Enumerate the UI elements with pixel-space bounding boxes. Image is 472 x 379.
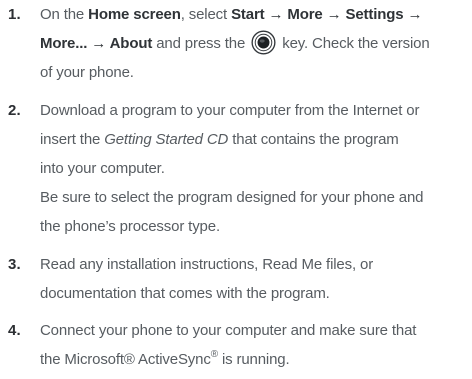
step-line: of your phone. xyxy=(40,64,134,81)
text-run: key. Check the version xyxy=(282,35,430,52)
step-line: documentation that comes with the progra… xyxy=(40,285,330,302)
step-line: insert the Getting Started CD that conta… xyxy=(40,125,470,154)
step-text: On the Home screen, select Start → More … xyxy=(40,0,470,87)
step-line: Read any installation instructions, Read… xyxy=(40,256,374,273)
step-number: 4. xyxy=(8,322,21,339)
registered-mark: ® xyxy=(210,349,218,360)
text-run: is running. xyxy=(217,351,290,368)
step-line: into your computer. xyxy=(40,160,165,177)
step-line: the phone’s processor type. xyxy=(40,218,220,235)
step-line: Be sure to select the program designed f… xyxy=(40,189,424,206)
step-line: Download a program to your computer from… xyxy=(40,102,420,119)
step-line: On the Home screen, select Start → More … xyxy=(40,0,470,29)
text-run: , select xyxy=(180,6,232,23)
step-line: More... → About and press the key. Check… xyxy=(40,29,470,58)
text-run: the Microsoft® ActiveSync xyxy=(40,351,211,368)
ok-key-icon xyxy=(251,30,276,55)
ui-path-about: More... → About xyxy=(40,35,153,52)
step-text: Read any installation instructions, Read… xyxy=(40,250,470,308)
text-run: that contains the program xyxy=(228,131,399,148)
text-run: On the xyxy=(40,6,89,23)
text-run: and press the xyxy=(152,35,246,52)
step-number: 3. xyxy=(8,256,21,273)
text-run: insert the xyxy=(40,131,105,148)
ui-path-menu: Start → More → Settings → xyxy=(231,6,423,23)
ui-path-home-screen: Home screen xyxy=(88,6,181,23)
step-number: 1. xyxy=(8,6,21,23)
step-text: Connect your phone to your computer and … xyxy=(40,316,470,374)
step-line: the Microsoft® ActiveSync® is running. xyxy=(40,345,470,374)
step-text: Download a program to your computer from… xyxy=(40,96,470,241)
cd-title: Getting Started CD xyxy=(104,131,229,148)
step-line: Connect your phone to your computer and … xyxy=(40,322,417,339)
step-number: 2. xyxy=(8,102,21,119)
